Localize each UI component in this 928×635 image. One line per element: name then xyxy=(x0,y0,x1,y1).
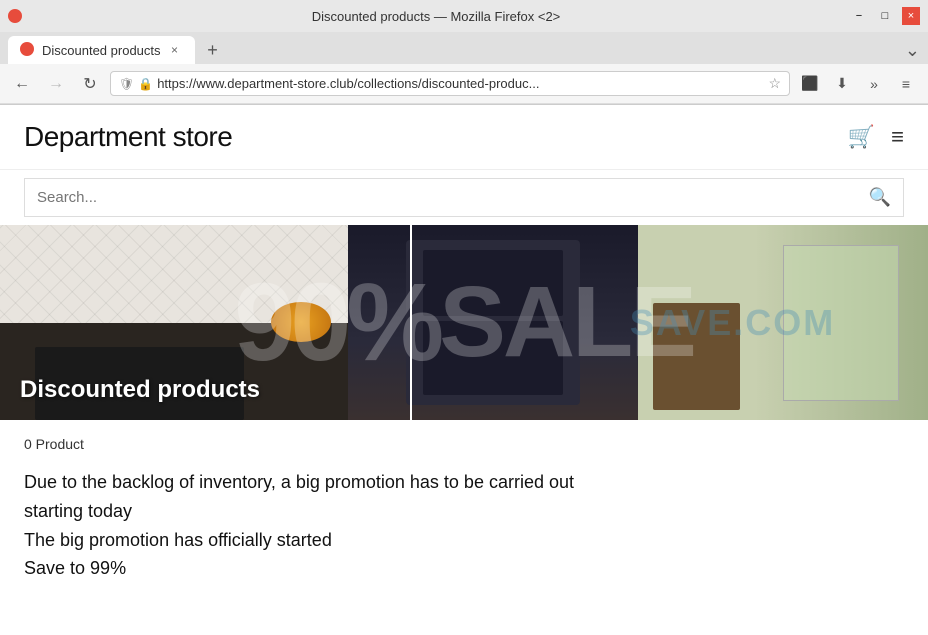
sale-percent-text: 90% xyxy=(234,268,439,378)
promo-text: Due to the backlog of inventory, a big p… xyxy=(24,468,904,583)
promo-line-4: Save to 99% xyxy=(24,554,904,583)
close-traffic-light[interactable] xyxy=(8,9,22,23)
browser-chrome: Discounted products — Mozilla Firefox <2… xyxy=(0,0,928,105)
cart-icon[interactable]: 🛒 xyxy=(848,124,875,150)
tab-favicon xyxy=(20,42,36,58)
title-bar-left xyxy=(8,9,22,23)
title-bar: Discounted products — Mozilla Firefox <2… xyxy=(0,0,928,32)
nav-bar: ← → ↻ 🛡 🔒 https://www.department-store.c… xyxy=(0,64,928,104)
website-content: Department store 🛒 ≡ 🔍 xyxy=(0,105,928,599)
search-input[interactable] xyxy=(37,189,869,206)
window-title: Discounted products — Mozilla Firefox <2… xyxy=(22,9,850,24)
promo-line-3: The big promotion has officially started xyxy=(24,526,904,555)
hero-divider-1 xyxy=(410,225,412,420)
title-bar-controls: − □ × xyxy=(850,7,920,25)
active-tab[interactable]: Discounted products × xyxy=(8,36,195,64)
search-bar: 🔍 xyxy=(24,178,904,217)
downloads-icon[interactable]: ⬇ xyxy=(828,70,856,98)
nav-actions: ⬛ ⬇ » ≡ xyxy=(796,70,920,98)
promo-line-2: starting today xyxy=(24,497,904,526)
hamburger-menu-icon[interactable]: ≡ xyxy=(892,70,920,98)
container-icon[interactable]: ⬛ xyxy=(796,70,824,98)
hero-title-overlay: Discounted products xyxy=(20,376,260,404)
site-header: Department store 🛒 ≡ xyxy=(0,105,928,170)
extensions-icon[interactable]: » xyxy=(860,70,888,98)
sale-word-text: SALE xyxy=(439,265,694,380)
tab-close-button[interactable]: × xyxy=(167,42,183,58)
promo-line-1: Due to the backlog of inventory, a big p… xyxy=(24,468,904,497)
bookmark-star-icon[interactable]: ☆ xyxy=(768,75,781,92)
shield-icon: 🛡 xyxy=(119,77,134,91)
forward-button[interactable]: → xyxy=(42,70,70,98)
refresh-button[interactable]: ↻ xyxy=(76,70,104,98)
url-display: https://www.department-store.club/collec… xyxy=(157,76,764,91)
search-submit-icon[interactable]: 🔍 xyxy=(869,187,891,208)
restore-button[interactable]: □ xyxy=(876,7,894,25)
new-tab-button[interactable]: + xyxy=(199,36,227,64)
hero-banner: 90% SALE SAVE.COM Discounted products xyxy=(0,225,928,420)
close-button[interactable]: × xyxy=(902,7,920,25)
hamburger-icon[interactable]: ≡ xyxy=(891,124,904,150)
tab-bar: Discounted products × + ⌄ xyxy=(0,32,928,64)
back-button[interactable]: ← xyxy=(8,70,36,98)
address-bar[interactable]: 🛡 🔒 https://www.department-store.club/co… xyxy=(110,71,790,96)
lock-icon: 🔒 xyxy=(138,77,153,91)
header-icons: 🛒 ≡ xyxy=(848,124,904,150)
site-title: Department store xyxy=(24,121,232,153)
product-count: 0 Product xyxy=(24,436,904,452)
content-section: 0 Product Due to the backlog of inventor… xyxy=(0,420,928,599)
tab-label: Discounted products xyxy=(42,43,161,58)
minimize-button[interactable]: − xyxy=(850,7,868,25)
tab-overflow-button[interactable]: ⌄ xyxy=(905,40,920,61)
